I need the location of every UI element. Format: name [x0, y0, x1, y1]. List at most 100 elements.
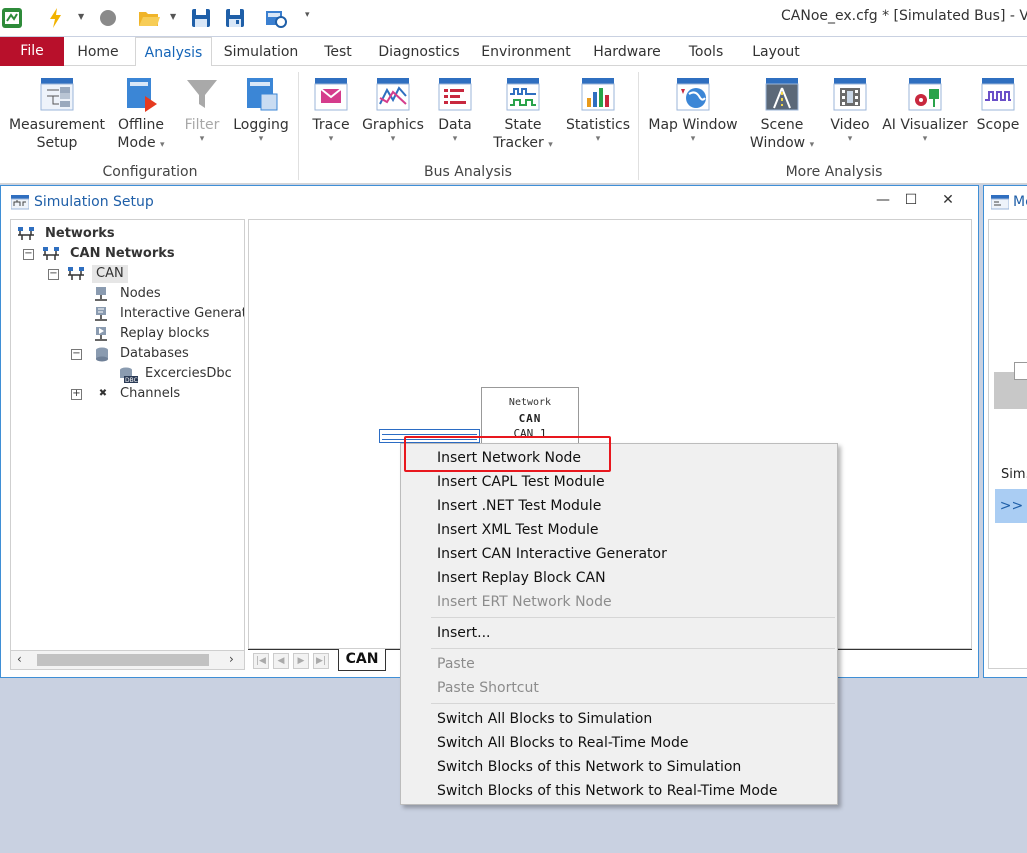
measurement-setup-icon	[39, 76, 75, 112]
state-tracker-icon	[505, 76, 541, 112]
tree-node-nodes[interactable]: Nodes	[120, 285, 161, 303]
last-tab-button[interactable]: ▶|	[313, 653, 329, 669]
filter-button[interactable]: Filter ▾	[178, 76, 226, 144]
tab-test[interactable]: Test	[314, 37, 362, 66]
data-icon	[437, 76, 473, 112]
collapse-can-button[interactable]: −	[48, 269, 59, 280]
tab-diagnostics[interactable]: Diagnostics	[374, 37, 464, 66]
chevron-down-icon: ▾	[809, 140, 815, 150]
ai-visualizer-button[interactable]: AI Visualizer ▾	[880, 76, 970, 144]
menu-separator	[431, 617, 835, 618]
tab-tools[interactable]: Tools	[680, 37, 732, 66]
collapse-databases-button[interactable]: −	[71, 349, 82, 360]
tree-node-networks[interactable]: Networks	[45, 225, 115, 243]
state-tracker-button[interactable]: State Tracker ▾	[486, 76, 560, 152]
menu-item-switch-network-to-simulation[interactable]: Switch Blocks of this Network to Simulat…	[437, 757, 741, 777]
data-button[interactable]: Data ▾	[432, 76, 478, 144]
app-logo-icon[interactable]	[1, 7, 23, 29]
menu-item-insert-capl-test-module[interactable]: Insert CAPL Test Module	[437, 472, 605, 492]
video-button[interactable]: Video ▾	[826, 76, 874, 144]
dropdown-arrow-icon[interactable]: ▼	[78, 12, 84, 21]
trace-button[interactable]: Trace ▾	[308, 76, 354, 144]
scope-button[interactable]: Scope	[974, 76, 1022, 134]
ai-visualizer-icon	[907, 76, 943, 112]
save-icon[interactable]	[190, 7, 212, 29]
context-menu: Insert Network Node Insert CAPL Test Mod…	[400, 443, 838, 805]
tab-file[interactable]: File	[0, 37, 64, 66]
close-button[interactable]: ✕	[936, 192, 960, 208]
map-window-button[interactable]: Map Window ▾	[646, 76, 740, 144]
menu-item-paste[interactable]: Paste	[437, 654, 475, 674]
minimize-button[interactable]: —	[871, 192, 895, 208]
tree-node-can-networks[interactable]: CAN Networks	[70, 245, 175, 263]
tab-layout[interactable]: Layout	[745, 37, 807, 66]
menu-item-paste-shortcut[interactable]: Paste Shortcut	[437, 678, 539, 698]
first-tab-button[interactable]: |◀	[253, 653, 269, 669]
logging-button[interactable]: Logging ▾	[232, 76, 290, 144]
tree-node-interactive-generators[interactable]: Interactive Generat...	[120, 305, 244, 323]
tab-can[interactable]: CAN	[338, 649, 386, 671]
scroll-right-icon[interactable]: ›	[229, 652, 234, 666]
offline-mode-icon	[123, 76, 159, 112]
customize-toolbar-icon[interactable]: ▾	[305, 10, 310, 20]
map-window-label: Map Window	[648, 117, 738, 133]
scroll-left-icon[interactable]: ‹	[17, 652, 22, 666]
ribbon-separator	[638, 72, 639, 180]
open-folder-icon[interactable]	[137, 7, 161, 29]
expand-channels-button[interactable]: +	[71, 389, 82, 400]
menu-item-switch-all-to-real-time[interactable]: Switch All Blocks to Real-Time Mode	[437, 733, 688, 753]
tab-hardware[interactable]: Hardware	[588, 37, 666, 66]
collapse-can-networks-button[interactable]: −	[23, 249, 34, 260]
stop-icon[interactable]	[98, 7, 118, 29]
menu-item-insert-ert-network-node[interactable]: Insert ERT Network Node	[437, 592, 612, 612]
filter-label: Filter	[184, 117, 220, 133]
menu-separator	[431, 648, 835, 649]
networks-icon	[17, 226, 34, 242]
scene-window-label-1: Scene	[760, 117, 804, 133]
offline-mode-button[interactable]: Offline Mode ▾	[112, 76, 170, 152]
highlight-annotation	[404, 436, 611, 472]
graphics-button[interactable]: Graphics ▾	[362, 76, 424, 144]
chevron-down-icon: ▾	[847, 134, 853, 144]
next-tab-button[interactable]: ▶	[293, 653, 309, 669]
menu-item-switch-all-to-simulation[interactable]: Switch All Blocks to Simulation	[437, 709, 652, 729]
maximize-button[interactable]: ☐	[899, 192, 923, 208]
measurement-setup-button[interactable]: Measurement Setup	[8, 76, 106, 152]
scene-window-button[interactable]: Scene Window ▾	[746, 76, 818, 152]
chevron-down-icon: ▾	[922, 134, 928, 144]
svg-text:DBC: DBC	[125, 377, 138, 384]
tree-node-databases[interactable]: Databases	[120, 345, 189, 363]
scope-icon	[980, 76, 1016, 112]
tree-node-channels[interactable]: Channels	[120, 385, 180, 403]
dropdown-arrow-icon[interactable]: ▼	[170, 12, 176, 21]
network-block-label: Network	[508, 397, 552, 408]
tab-environment[interactable]: Environment	[476, 37, 576, 66]
menu-item-insert-can-interactive-generator[interactable]: Insert CAN Interactive Generator	[437, 544, 667, 564]
tree-horizontal-scrollbar[interactable]: ‹ ›	[10, 650, 245, 670]
tree-node-can[interactable]: CAN	[92, 265, 128, 283]
scrollbar-thumb[interactable]	[37, 654, 209, 666]
databases-icon	[94, 346, 110, 362]
channels-icon: ✖	[98, 388, 108, 399]
expand-panel-button[interactable]: >>	[995, 489, 1027, 523]
menu-item-insert-replay-block-can[interactable]: Insert Replay Block CAN	[437, 568, 606, 588]
tab-simulation[interactable]: Simulation	[220, 37, 302, 66]
tab-analysis[interactable]: Analysis	[135, 37, 212, 67]
menu-item-insert[interactable]: Insert...	[437, 623, 491, 643]
save-as-icon[interactable]	[224, 7, 246, 29]
menu-item-switch-network-to-real-time[interactable]: Switch Blocks of this Network to Real-Ti…	[437, 781, 778, 801]
measurement-window-partial: Me Sim. >>	[983, 185, 1027, 678]
map-window-icon	[675, 76, 711, 112]
lightning-icon[interactable]	[46, 7, 66, 29]
menu-item-insert-xml-test-module[interactable]: Insert XML Test Module	[437, 520, 598, 540]
configuration-icon[interactable]	[264, 7, 288, 29]
statistics-button[interactable]: Statistics ▾	[566, 76, 630, 144]
window-icon	[990, 194, 1010, 210]
tree-node-database-item[interactable]: ExcerciesDbc	[145, 365, 232, 383]
data-label: Data	[438, 117, 472, 133]
state-tracker-label-2: Tracker	[493, 135, 544, 151]
menu-item-insert-net-test-module[interactable]: Insert .NET Test Module	[437, 496, 601, 516]
previous-tab-button[interactable]: ◀	[273, 653, 289, 669]
tree-node-replay-blocks[interactable]: Replay blocks	[120, 325, 209, 343]
tab-home[interactable]: Home	[68, 37, 128, 66]
